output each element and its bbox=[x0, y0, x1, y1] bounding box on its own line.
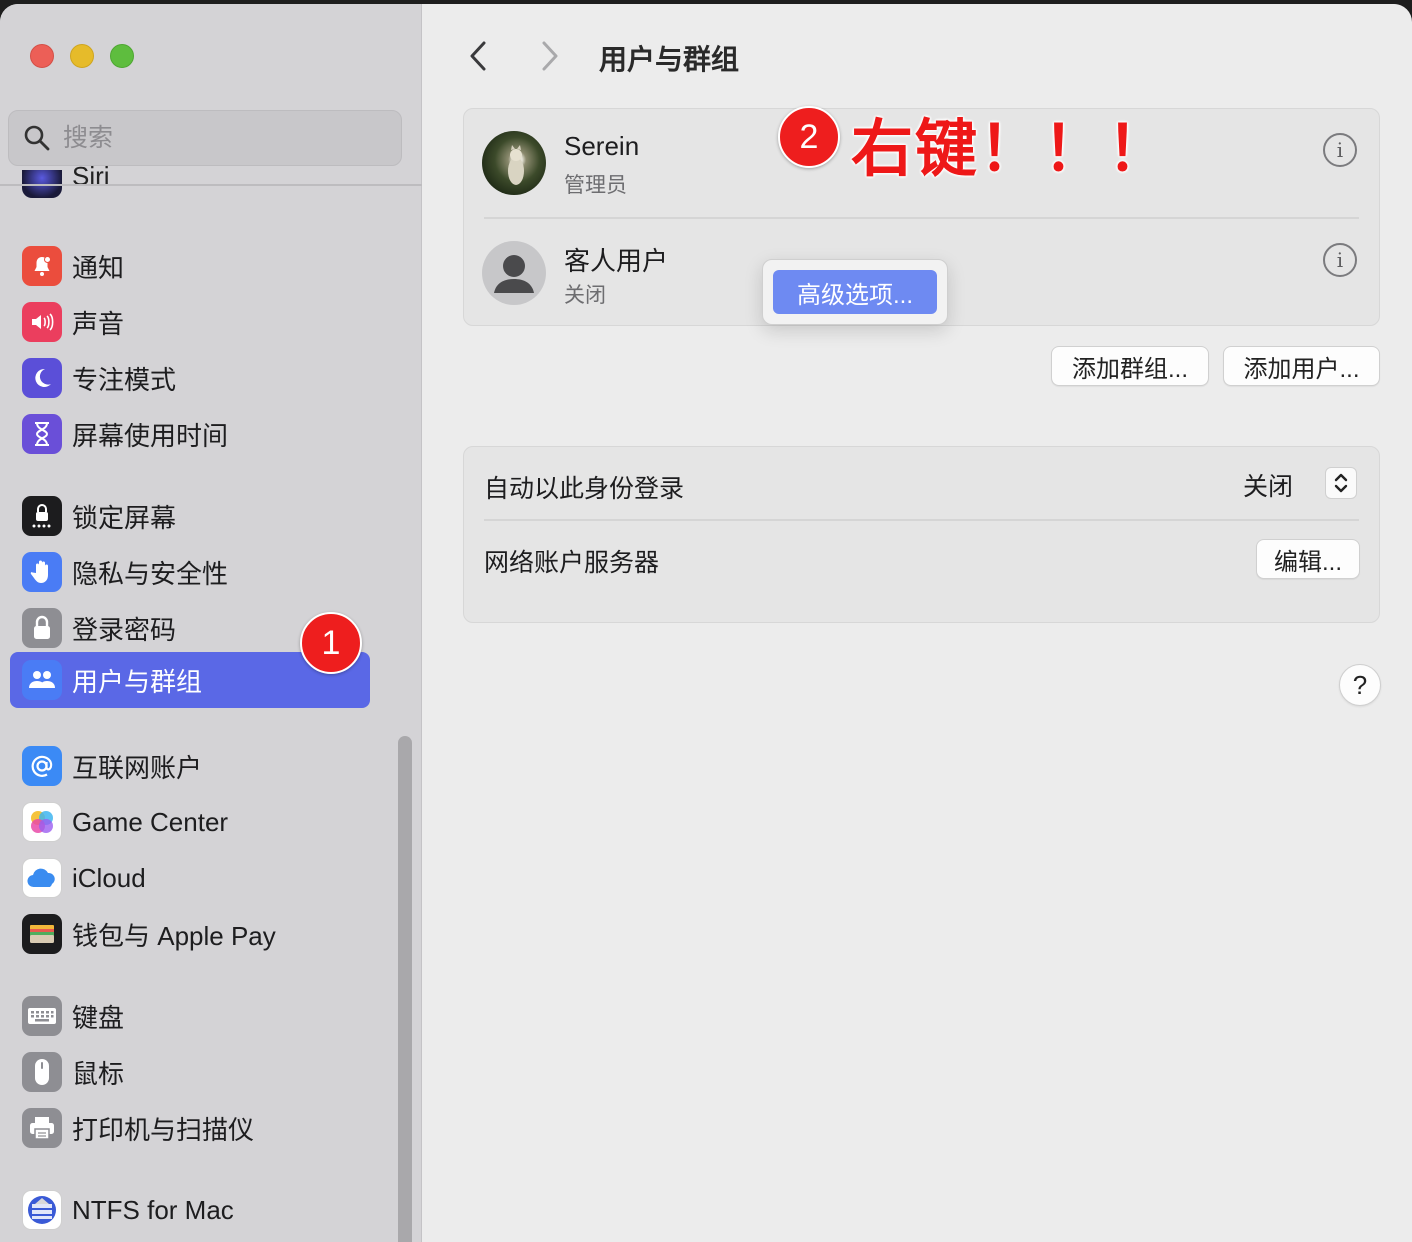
page-title: 用户与群组 bbox=[599, 44, 740, 75]
sidebar-item-label: 隐私与安全性 bbox=[72, 558, 229, 589]
sidebar-item-label: 屏幕使用时间 bbox=[72, 420, 229, 451]
sidebar-item-label: 钱包与 Apple Pay bbox=[72, 920, 276, 951]
at-sign-icon bbox=[22, 746, 62, 786]
sidebar-item-ntfs[interactable]: NTFS for Mac bbox=[10, 1182, 370, 1238]
forward-button[interactable] bbox=[535, 38, 565, 74]
search-input[interactable] bbox=[63, 123, 363, 153]
user-role: 管理员 bbox=[564, 174, 627, 197]
search-field[interactable] bbox=[8, 110, 402, 166]
user-avatar-photo bbox=[482, 131, 546, 195]
sidebar: Siri 通知 声音 专注模式 屏幕使用时间 bbox=[0, 4, 422, 1242]
annotation-badge-1: 1 bbox=[300, 612, 362, 674]
add-group-button[interactable]: 添加群组... bbox=[1051, 346, 1209, 386]
info-icon[interactable]: i bbox=[1323, 133, 1357, 167]
sidebar-scrollbar[interactable] bbox=[398, 736, 412, 1242]
network-server-label: 网络账户服务器 bbox=[484, 549, 660, 577]
search-icon bbox=[24, 125, 50, 151]
row-divider bbox=[484, 519, 1359, 521]
sidebar-item-label: 声音 bbox=[72, 308, 125, 339]
sidebar-item-internet-accounts[interactable]: 互联网账户 bbox=[10, 738, 370, 794]
sidebar-item-label: Game Center bbox=[72, 806, 229, 837]
sidebar-item-lock-screen[interactable]: 锁定屏幕 bbox=[10, 488, 370, 544]
mouse-icon bbox=[22, 1052, 62, 1092]
add-user-button[interactable]: 添加用户... bbox=[1223, 346, 1380, 386]
annotation-badge-2: 2 bbox=[778, 106, 840, 168]
sidebar-item-label: 通知 bbox=[72, 252, 125, 283]
sidebar-item-label: 用户与群组 bbox=[72, 666, 203, 697]
padlock-icon bbox=[22, 608, 62, 648]
sidebar-item-game-center[interactable]: Game Center bbox=[10, 794, 370, 850]
sidebar-item-wallet[interactable]: 钱包与 Apple Pay bbox=[10, 906, 370, 962]
chevron-left-icon bbox=[470, 41, 486, 71]
sidebar-item-icloud[interactable]: iCloud bbox=[10, 850, 370, 906]
sidebar-item-privacy[interactable]: 隐私与安全性 bbox=[10, 544, 370, 600]
system-settings-window: Siri 通知 声音 专注模式 屏幕使用时间 bbox=[0, 4, 1412, 1242]
sidebar-item-printers[interactable]: 打印机与扫描仪 bbox=[10, 1100, 370, 1156]
guest-avatar-icon bbox=[482, 241, 546, 305]
sidebar-item-label: 鼠标 bbox=[72, 1058, 125, 1089]
bell-icon bbox=[22, 246, 62, 286]
info-icon[interactable]: i bbox=[1323, 243, 1357, 277]
close-window-button[interactable] bbox=[30, 44, 54, 68]
edit-button[interactable]: 编辑... bbox=[1256, 539, 1360, 579]
main-content: 用户与群组 Serein 管理员 i 客人用户 关闭 i 高级选项... 2 右… bbox=[423, 4, 1412, 1242]
sidebar-item-keyboard[interactable]: 键盘 bbox=[10, 988, 370, 1044]
lock-screen-icon bbox=[22, 496, 62, 536]
wallet-icon bbox=[22, 914, 62, 954]
game-center-icon bbox=[22, 802, 62, 842]
user-status: 关闭 bbox=[564, 284, 606, 307]
zoom-window-button[interactable] bbox=[110, 44, 134, 68]
printer-icon bbox=[22, 1108, 62, 1148]
speaker-icon bbox=[22, 302, 62, 342]
user-name: 客人用户 bbox=[564, 246, 669, 276]
cloud-icon bbox=[22, 858, 62, 898]
ntfs-icon bbox=[22, 1190, 62, 1230]
chevron-right-icon bbox=[542, 41, 558, 71]
login-settings-card: 自动以此身份登录 关闭 网络账户服务器 编辑... bbox=[463, 446, 1380, 623]
sidebar-item-sound[interactable]: 声音 bbox=[10, 294, 370, 350]
sidebar-item-label: 键盘 bbox=[72, 1002, 125, 1033]
sidebar-item-label: NTFS for Mac bbox=[72, 1194, 234, 1225]
sidebar-item-screen-time[interactable]: 屏幕使用时间 bbox=[10, 406, 370, 462]
sidebar-item-siri-label[interactable]: Siri bbox=[72, 166, 110, 196]
help-button[interactable]: ? bbox=[1339, 664, 1381, 706]
sidebar-item-mouse[interactable]: 鼠标 bbox=[10, 1044, 370, 1100]
sidebar-item-notifications[interactable]: 通知 bbox=[10, 238, 370, 294]
context-menu: 高级选项... bbox=[762, 259, 948, 325]
sidebar-item-label: 锁定屏幕 bbox=[72, 502, 177, 533]
chevron-updown-icon bbox=[1334, 473, 1348, 493]
auto-login-popup-button[interactable] bbox=[1325, 467, 1357, 499]
sidebar-item-label: 互联网账户 bbox=[72, 752, 203, 783]
sidebar-item-label: iCloud bbox=[72, 862, 146, 893]
minimize-window-button[interactable] bbox=[70, 44, 94, 68]
users-icon bbox=[22, 660, 62, 700]
auto-login-value[interactable]: 关闭 bbox=[1243, 467, 1293, 503]
sidebar-item-focus[interactable]: 专注模式 bbox=[10, 350, 370, 406]
keyboard-icon bbox=[22, 996, 62, 1036]
back-button[interactable] bbox=[463, 38, 493, 74]
hourglass-icon bbox=[22, 414, 62, 454]
moon-icon bbox=[22, 358, 62, 398]
context-menu-advanced-options[interactable]: 高级选项... bbox=[773, 270, 937, 314]
sidebar-item-label: 登录密码 bbox=[72, 614, 177, 645]
sidebar-item-label: 打印机与扫描仪 bbox=[72, 1114, 255, 1145]
sidebar-item-label: 专注模式 bbox=[72, 364, 177, 395]
user-name: Serein bbox=[564, 131, 640, 161]
window-controls bbox=[30, 44, 134, 68]
auto-login-label: 自动以此身份登录 bbox=[484, 475, 685, 503]
annotation-callout: 右键！！！ bbox=[851, 115, 1172, 184]
hand-icon bbox=[22, 552, 62, 592]
search-divider bbox=[0, 184, 422, 186]
